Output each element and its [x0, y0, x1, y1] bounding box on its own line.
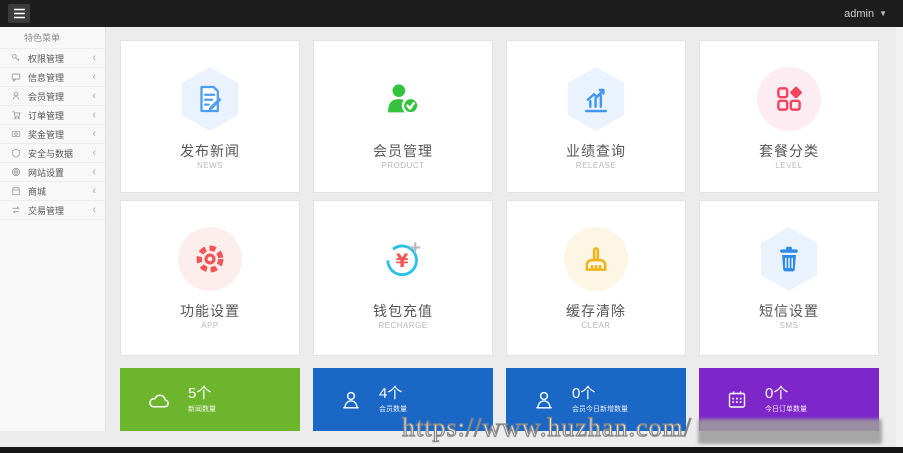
- topbar: admin ▼: [0, 0, 903, 27]
- scrollbar-track[interactable]: [896, 27, 903, 447]
- card-sms-settings[interactable]: 短信设置 SMS: [699, 200, 879, 356]
- sidebar-item-security-data[interactable]: 安全与数据 ‹: [0, 144, 105, 163]
- chevron-down-icon: ▼: [879, 9, 887, 18]
- sidebar-item-transactions[interactable]: 交易管理 ‹: [0, 201, 105, 220]
- globe-icon: [11, 167, 21, 177]
- stat-value: 0个: [572, 385, 595, 402]
- bar-chart-icon: [564, 67, 628, 131]
- trash-icon: [757, 227, 821, 291]
- stat-value: 0个: [765, 385, 788, 402]
- cart-icon: [11, 110, 21, 120]
- bottom-edge-strip: [0, 447, 903, 453]
- stat-label: 今日订单数量: [765, 404, 807, 414]
- user-dropdown[interactable]: admin ▼: [844, 0, 887, 27]
- sidebar-header: 特色菜单: [0, 27, 105, 49]
- card-publish-news[interactable]: 发布新闻 NEWS: [120, 40, 300, 193]
- collapse-chevron-icon: ‹: [92, 110, 96, 120]
- user-name: admin: [844, 8, 874, 20]
- calendar-icon: [725, 388, 749, 412]
- card-feature-settings[interactable]: 功能设置 APP: [120, 200, 300, 356]
- user-icon: [339, 388, 363, 412]
- stat-label: 新闻数量: [188, 404, 216, 414]
- exchange-icon: [11, 205, 21, 215]
- sidebar-item-mall[interactable]: 商城 ‹: [0, 182, 105, 201]
- hamburger-menu-button[interactable]: [8, 4, 30, 23]
- stat-value: 4个: [379, 385, 402, 402]
- user-icon: [532, 388, 556, 412]
- collapse-chevron-icon: ‹: [92, 53, 96, 63]
- card-cache-clear[interactable]: 缓存清除 CLEAR: [506, 200, 686, 356]
- stat-member-count[interactable]: 4个 会员数量: [313, 368, 493, 431]
- collapse-chevron-icon: ‹: [92, 91, 96, 101]
- gear-icon: [178, 227, 242, 291]
- stat-label: 会员今日新增数量: [572, 404, 628, 414]
- hamburger-icon: [13, 8, 26, 19]
- sidebar-item-site-settings[interactable]: 网站设置 ‹: [0, 163, 105, 182]
- category-icon: [757, 67, 821, 131]
- collapse-chevron-icon: ‹: [92, 129, 96, 139]
- shield-icon: [11, 148, 21, 158]
- sidebar-item-members[interactable]: 会员管理 ‹: [0, 87, 105, 106]
- collapse-chevron-icon: ‹: [92, 72, 96, 82]
- shop-icon: [11, 186, 21, 196]
- stat-value: 5个: [188, 385, 211, 402]
- yen-recharge-icon: ¥: [371, 227, 435, 291]
- sidebar-item-orders[interactable]: 订单管理 ‹: [0, 106, 105, 125]
- collapse-chevron-icon: ‹: [92, 205, 96, 215]
- collapse-chevron-icon: ‹: [92, 148, 96, 158]
- card-member-management[interactable]: 会员管理 PRODUCT: [313, 40, 493, 193]
- watermark-redaction-blur: [698, 419, 882, 444]
- broom-icon: [564, 227, 628, 291]
- user-check-icon: [371, 67, 435, 131]
- message-icon: [11, 72, 21, 82]
- sidebar-item-bonus[interactable]: 奖金管理 ‹: [0, 125, 105, 144]
- sidebar-item-permissions[interactable]: 权限管理 ‹: [0, 49, 105, 68]
- key-icon: [11, 53, 21, 63]
- collapse-chevron-icon: ‹: [92, 186, 96, 196]
- stat-members-new-today[interactable]: 0个 会员今日新增数量: [506, 368, 686, 431]
- sidebar: 特色菜单 权限管理 ‹ 信息管理 ‹ 会员管理 ‹ 订单管理 ‹ 奖金管理 ‹ …: [0, 27, 106, 431]
- money-icon: [11, 129, 21, 139]
- card-wallet-recharge[interactable]: ¥ 钱包充值 RECHARGE: [313, 200, 493, 356]
- stat-news-count[interactable]: 5个 新闻数量: [120, 368, 300, 431]
- card-package-categories[interactable]: 套餐分类 LEVEL: [699, 40, 879, 193]
- card-performance-query[interactable]: 业绩查询 RELEASE: [506, 40, 686, 193]
- svg-text:¥: ¥: [396, 251, 409, 272]
- stat-label: 会员数量: [379, 404, 407, 414]
- document-edit-icon: [178, 67, 242, 131]
- user-icon: [11, 91, 21, 101]
- cloud-icon: [146, 389, 172, 411]
- collapse-chevron-icon: ‹: [92, 167, 96, 177]
- sidebar-item-information[interactable]: 信息管理 ‹: [0, 68, 105, 87]
